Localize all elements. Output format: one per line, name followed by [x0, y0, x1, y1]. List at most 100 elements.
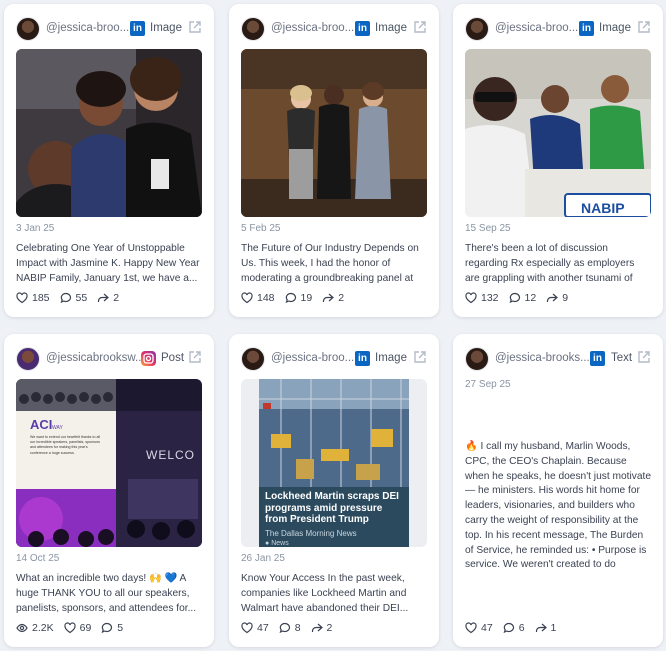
news-source: The Dallas Morning News — [265, 528, 357, 538]
comment-icon — [503, 622, 514, 634]
post-date: 3 Jan 25 — [16, 223, 55, 234]
shares-count: 2 — [338, 292, 345, 304]
post-text: 🔥 I call my husband, Marlin Woods, CPC, … — [465, 441, 651, 571]
account-handle[interactable]: @jessica-broo... — [495, 22, 579, 34]
external-link-icon[interactable] — [413, 350, 427, 364]
external-link-icon[interactable] — [413, 20, 427, 34]
post-text: There's been a lot of discussion regardi… — [465, 243, 635, 284]
engagement-stats: 148 19 2 — [241, 292, 344, 304]
post-type-label: Post — [161, 352, 185, 364]
engagement-stats: 132 12 9 — [465, 292, 568, 304]
shares-count: 9 — [562, 292, 569, 304]
external-link-icon[interactable] — [188, 20, 202, 34]
linkedin-icon: in — [130, 21, 145, 36]
linkedin-icon: in — [355, 351, 370, 366]
avatar[interactable] — [465, 17, 489, 41]
likes-count: 148 — [257, 292, 275, 304]
engagement-stats: 47 8 2 — [241, 622, 332, 634]
linkedin-icon: in — [579, 21, 594, 36]
post-card[interactable]: @jessicabrooksw... Post ACI WAY We want … — [4, 334, 214, 647]
shares-count: 2 — [113, 292, 120, 304]
image-logo-text: ACI — [30, 417, 52, 432]
likes-count: 132 — [481, 292, 499, 304]
post-image[interactable] — [16, 49, 202, 217]
external-link-icon[interactable] — [188, 350, 202, 364]
avatar[interactable] — [16, 347, 40, 371]
account-handle[interactable]: @jessica-broo... — [271, 352, 355, 364]
likes-count: 47 — [481, 622, 493, 634]
post-type-label: Image — [150, 22, 182, 34]
post-image[interactable]: ACI WAY We want to extend our heartfelt … — [16, 379, 202, 547]
avatar[interactable] — [241, 347, 265, 371]
post-type-label: Image — [599, 22, 631, 34]
comment-icon — [101, 622, 113, 634]
account-handle[interactable]: @jessica-broo... — [271, 22, 355, 34]
post-text: What an incredible two days! 🙌 💙 A huge … — [16, 573, 197, 614]
post-date: 27 Sep 25 — [465, 379, 511, 390]
comment-icon — [285, 292, 296, 304]
card-header: @jessica-broo... in Image — [4, 4, 214, 42]
post-date: 14 Oct 25 — [16, 553, 60, 564]
heart-icon — [241, 292, 253, 304]
news-tag-icon: ● — [265, 539, 270, 547]
post-card[interactable]: @jessica-broo... in Image NABIP 15 Sep 2… — [453, 4, 663, 317]
linkedin-icon: in — [355, 21, 370, 36]
card-header: @jessicabrooksw... Post — [4, 334, 214, 372]
card-header: @jessica-broo... in Image — [453, 4, 663, 42]
engagement-stats: 2.2K 69 5 — [16, 622, 123, 634]
comments-count: 55 — [75, 292, 88, 304]
share-icon — [311, 623, 323, 632]
post-text: Know Your Access In the past week, compa… — [241, 573, 409, 614]
account-handle[interactable]: @jessicabrooksw... — [46, 352, 141, 364]
post-card[interactable]: @jessica-broo... in Image 5 Feb 25 The F… — [229, 4, 439, 317]
post-type-label: Image — [375, 22, 407, 34]
post-card[interactable]: @jessica-broo... in Image 3 Jan 25 Celeb… — [4, 4, 214, 317]
comment-icon — [60, 292, 71, 304]
post-image[interactable] — [241, 49, 427, 217]
post-image[interactable]: NABIP — [465, 49, 651, 217]
shares-count: 1 — [550, 622, 557, 634]
external-link-icon[interactable] — [637, 20, 651, 34]
share-icon — [323, 293, 335, 302]
heart-icon — [241, 622, 253, 634]
news-headline: Lockheed Martin scraps DEI programs amid… — [265, 491, 399, 525]
post-date: 15 Sep 25 — [465, 223, 511, 234]
post-type-label: Image — [375, 352, 407, 364]
post-card[interactable]: @jessica-broo... in Image Lockheed Marti… — [229, 334, 439, 647]
account-handle[interactable]: @jessica-broo... — [46, 22, 130, 34]
heart-icon — [63, 622, 76, 634]
linkedin-icon: in — [590, 351, 605, 366]
avatar[interactable] — [16, 17, 40, 41]
external-link-icon[interactable] — [637, 350, 651, 364]
image-badge-text: NABIP — [581, 200, 625, 216]
share-icon — [98, 293, 110, 302]
post-text: Celebrating One Year of Unstoppable Impa… — [16, 243, 200, 284]
heart-icon — [465, 292, 477, 304]
account-handle[interactable]: @jessica-brooks... — [495, 352, 590, 364]
share-icon — [547, 293, 559, 302]
post-type-label: Text — [611, 352, 633, 364]
comments-count: 8 — [294, 622, 301, 634]
comments-count: 5 — [117, 622, 124, 634]
shares-count: 2 — [326, 622, 333, 634]
engagement-stats: 47 6 1 — [465, 622, 556, 634]
likes-count: 185 — [32, 292, 50, 304]
comment-icon — [279, 622, 290, 634]
heart-icon — [465, 622, 477, 634]
card-header: @jessica-brooks... in Text — [453, 334, 663, 372]
eye-icon — [16, 623, 28, 633]
news-link-preview[interactable]: Lockheed Martin scraps DEI programs amid… — [241, 379, 427, 547]
comments-count: 12 — [524, 292, 537, 304]
engagement-stats: 185 55 2 — [16, 292, 119, 304]
comments-count: 6 — [518, 622, 525, 634]
heart-icon — [16, 292, 28, 304]
avatar[interactable] — [241, 17, 265, 41]
instagram-icon — [141, 351, 156, 366]
image-welcome-text: WELCO — [146, 448, 195, 462]
likes-count: 69 — [79, 622, 92, 634]
post-date: 5 Feb 25 — [241, 223, 281, 234]
card-header: @jessica-broo... in Image — [229, 334, 439, 372]
post-card[interactable]: @jessica-brooks... in Text 27 Sep 25 🔥 I… — [453, 334, 663, 647]
post-date: 26 Jan 25 — [241, 553, 285, 564]
avatar[interactable] — [465, 347, 489, 371]
